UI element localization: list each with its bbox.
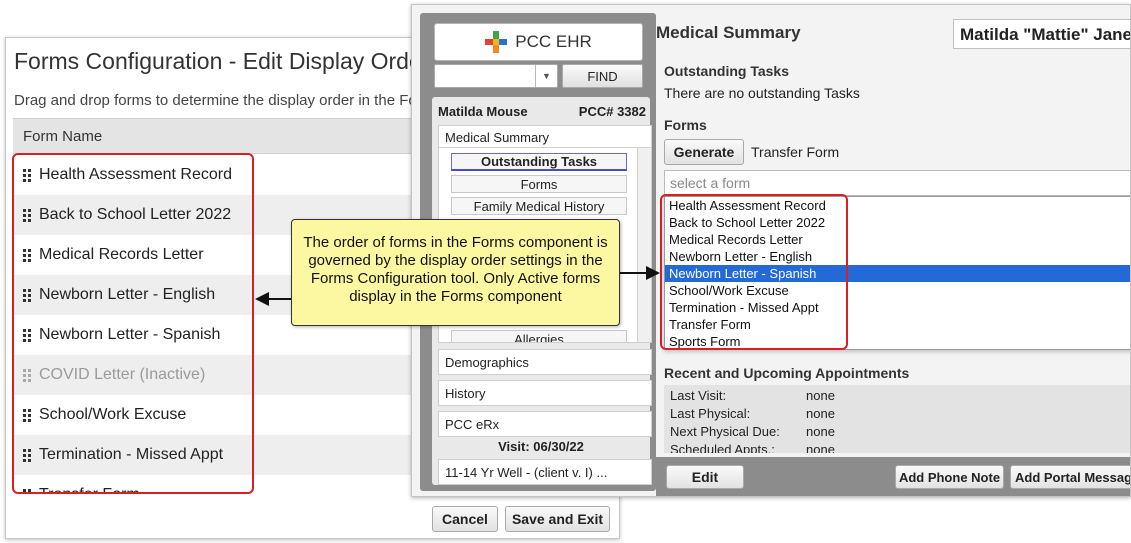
form-name-column-header: Form Name — [23, 128, 103, 145]
forms-heading: Forms — [664, 117, 707, 133]
arrow-right-icon — [646, 266, 660, 280]
patient-name: Matilda Mouse — [438, 104, 528, 119]
selected-form-name: Transfer Form — [751, 144, 840, 160]
cancel-button[interactable]: Cancel — [432, 506, 498, 532]
nav-demographics[interactable]: Demographics — [438, 349, 652, 375]
appt-value: none — [806, 388, 835, 403]
find-button[interactable]: FIND — [562, 64, 643, 88]
chevron-down-icon[interactable]: ▼ — [535, 65, 557, 87]
nav-history[interactable]: History — [438, 380, 652, 406]
appt-label: Next Physical Due: — [670, 424, 780, 439]
subnav-forms[interactable]: Forms — [451, 175, 627, 193]
appointments-heading: Recent and Upcoming Appointments — [664, 365, 910, 381]
generate-button[interactable]: Generate — [664, 139, 744, 165]
appt-label: Last Physical: — [670, 406, 751, 421]
save-and-exit-button[interactable]: Save and Exit — [505, 506, 610, 532]
page-title: Forms Configuration - Edit Display Order — [14, 48, 430, 74]
outstanding-tasks-heading: Outstanding Tasks — [664, 63, 789, 79]
subnav-allergies[interactable]: Allergies — [451, 330, 627, 342]
pcc-ehr-logo[interactable]: PCC EHR — [434, 23, 643, 61]
app-name: PCC EHR — [515, 32, 592, 51]
outstanding-tasks-text: There are no outstanding Tasks — [664, 85, 860, 101]
add-portal-message-button[interactable]: Add Portal Message — [1010, 465, 1130, 489]
add-phone-note-button[interactable]: Add Phone Note — [895, 465, 1004, 489]
arrow-right-line — [620, 272, 648, 274]
appt-value: none — [806, 424, 835, 439]
nav-pcc-erx[interactable]: PCC eRx — [438, 411, 652, 437]
subnav-scrollbar[interactable] — [637, 148, 651, 342]
patient-header: Matilda Mouse PCC# 3382 — [432, 97, 650, 123]
nav-medical-summary[interactable]: Medical Summary — [438, 125, 652, 149]
patient-full-name: Matilda "Mattie" Jane — [953, 19, 1130, 49]
patient-search-input[interactable]: ▼ — [434, 64, 558, 88]
action-bar: Edit Add Phone Note Add Portal Message — [656, 457, 1130, 496]
medical-summary-title: Medical Summary — [656, 23, 801, 42]
visit-date-label: Visit: 06/30/22 — [498, 439, 584, 454]
forms-list-highlight — [12, 153, 254, 494]
visit-item[interactable]: 11-14 Yr Well - (client v. I) ... — [438, 459, 652, 485]
subnav-family-medical-history[interactable]: Family Medical History — [451, 197, 627, 215]
edit-button[interactable]: Edit — [666, 465, 744, 489]
appt-label: Last Visit: — [670, 388, 727, 403]
callout-note: The order of forms in the Forms componen… — [291, 219, 620, 326]
appt-value: none — [806, 442, 835, 453]
dropdown-highlight — [660, 194, 848, 350]
arrow-left-icon — [255, 292, 269, 306]
form-select[interactable]: select a form — [664, 170, 1130, 196]
subnav-outstanding-tasks[interactable]: Outstanding Tasks — [451, 153, 627, 171]
patient-number: PCC# 3382 — [578, 104, 646, 119]
appointments-box: Last Visit: none Last Physical: none Nex… — [664, 385, 1130, 453]
appt-value: none — [806, 406, 835, 421]
appt-label: Scheduled Appts.: — [670, 442, 775, 453]
pcc-cross-icon — [485, 31, 508, 53]
footer-actions: Cancel Save and Exit — [6, 496, 619, 538]
arrow-left-line — [266, 298, 291, 300]
